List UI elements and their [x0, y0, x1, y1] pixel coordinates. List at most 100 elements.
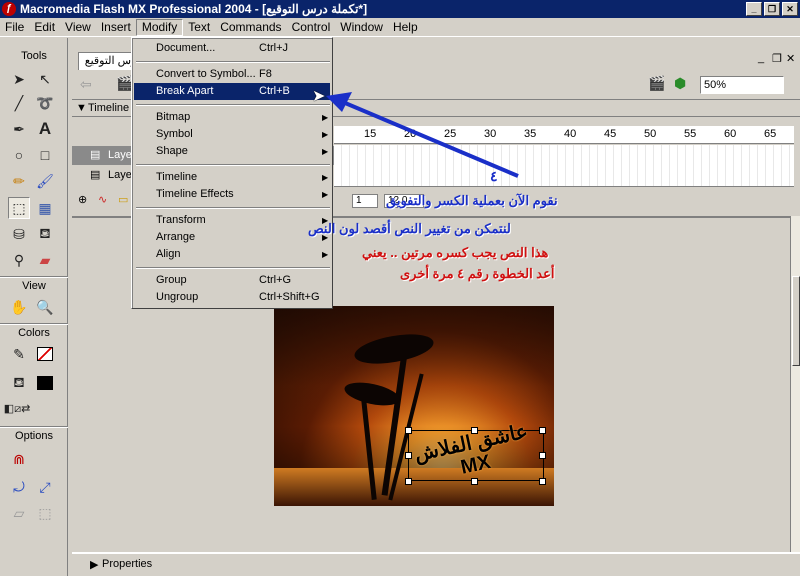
menu-item-group[interactable]: Group Ctrl+G — [134, 272, 330, 289]
fill-transform-tool-icon[interactable]: ▦ — [34, 197, 56, 219]
line-tool-icon[interactable]: ╱ — [8, 92, 30, 114]
oval-tool-icon[interactable]: ○ — [8, 144, 30, 166]
stroke-color-swatch[interactable] — [34, 343, 56, 365]
add-layer-icon[interactable]: ⊕ — [78, 193, 87, 206]
ruler-tick: 60 — [724, 128, 737, 140]
menu-text[interactable]: Text — [183, 19, 215, 36]
menu-item-transform[interactable]: Transform ▶ — [134, 212, 330, 229]
menu-item-label: Document... — [156, 42, 216, 54]
menu-modify[interactable]: Modify — [135, 18, 184, 36]
window-title: Macromedia Flash MX Professional 2004 - … — [20, 2, 368, 16]
menu-item-timeline-effects[interactable]: Timeline Effects ▶ — [134, 186, 330, 203]
flash-logo-icon: ƒ — [2, 2, 16, 16]
frame-ruler[interactable]: 15 20 25 30 35 40 45 50 55 60 65 — [334, 126, 794, 144]
frame-grid[interactable] — [334, 145, 794, 187]
title-bar: ƒ Macromedia Flash MX Professional 2004 … — [0, 0, 800, 18]
ruler-tick: 40 — [564, 128, 577, 140]
ink-bottle-tool-icon[interactable]: ⛁ — [8, 223, 30, 245]
menu-item-break-apart[interactable]: Break Apart Ctrl+B — [134, 83, 330, 100]
menu-separator — [136, 267, 330, 269]
transform-handle[interactable] — [405, 427, 412, 434]
fill-color-swatch[interactable] — [34, 372, 56, 394]
eraser-tool-icon[interactable]: ▰ — [34, 249, 56, 271]
rectangle-tool-icon[interactable]: □ — [34, 144, 56, 166]
menu-item-label: Shape — [156, 145, 188, 157]
close-button[interactable]: ✕ — [782, 2, 798, 16]
transform-handle[interactable] — [539, 478, 546, 485]
free-transform-tool-icon[interactable]: ⬚ — [8, 197, 30, 219]
pencil-tool-icon[interactable]: ✏ — [8, 170, 30, 192]
ruler-tick: 20 — [404, 128, 417, 140]
menu-item-symbol[interactable]: Symbol ▶ — [134, 126, 330, 143]
properties-panel-header[interactable]: ▶ Properties — [72, 552, 800, 576]
current-frame-field[interactable]: 1 — [352, 194, 378, 208]
snap-magnet-icon[interactable]: ⋒ — [8, 448, 30, 470]
hand-tool-icon[interactable]: ✋ — [8, 296, 30, 318]
menu-item-document[interactable]: Document... Ctrl+J — [134, 40, 330, 57]
menu-file[interactable]: File — [0, 19, 29, 36]
ruler-tick: 15 — [364, 128, 377, 140]
scale-icon[interactable]: ⤢ — [34, 476, 56, 498]
edit-scene-icon[interactable]: 🎬 — [648, 75, 665, 92]
subselect-tool-icon[interactable]: ↖ — [34, 68, 56, 90]
fill-color-icon[interactable]: ⛾ — [8, 372, 30, 394]
arrow-tool-icon[interactable]: ➤ — [8, 68, 30, 90]
pen-tool-icon[interactable]: ✒ — [8, 118, 30, 140]
color-swap-icons[interactable]: ◧⧄⇄ — [4, 398, 31, 420]
tools-divider — [0, 323, 68, 325]
back-arrow-icon[interactable]: ⇦ — [80, 76, 92, 93]
ruler-tick: 30 — [484, 128, 497, 140]
restore-button[interactable]: ❐ — [764, 2, 780, 16]
menu-item-arrange[interactable]: Arrange ▶ — [134, 229, 330, 246]
lasso-tool-icon[interactable]: ➰ — [34, 92, 56, 114]
menu-item-shortcut: F8 — [259, 68, 272, 80]
menu-edit[interactable]: Edit — [29, 19, 60, 36]
menu-insert[interactable]: Insert — [96, 19, 136, 36]
distort-icon[interactable]: ▱ — [8, 502, 30, 524]
layer-folder-icon[interactable]: ▭ — [118, 193, 128, 206]
menu-window[interactable]: Window — [335, 19, 388, 36]
menu-item-label: Ungroup — [156, 291, 199, 303]
timeline-label: Timeline — [88, 102, 130, 114]
brush-tool-icon[interactable]: 🖌 — [34, 170, 56, 192]
menu-item-convert-to-symbol[interactable]: Convert to Symbol... F8 — [134, 66, 330, 83]
eyedropper-tool-icon[interactable]: ⚲ — [8, 249, 30, 271]
text-tool-icon[interactable]: A — [34, 118, 56, 140]
submenu-arrow-icon: ▶ — [322, 130, 329, 139]
envelope-icon[interactable]: ⬚ — [34, 502, 56, 524]
minimize-button[interactable]: _ — [746, 2, 762, 16]
menu-item-shortcut: Ctrl+Shift+G — [259, 291, 320, 303]
paint-bucket-tool-icon[interactable]: ⛾ — [34, 223, 56, 245]
menu-item-shape[interactable]: Shape ▶ — [134, 143, 330, 160]
menu-item-label: Group — [156, 274, 187, 286]
menu-item-ungroup[interactable]: Ungroup Ctrl+Shift+G — [134, 289, 330, 306]
mouse-cursor-icon: ➤ — [312, 88, 326, 105]
menu-help[interactable]: Help — [388, 19, 423, 36]
annotation-line-1: نقوم الآن بعملية الكسر والتفويق — [386, 193, 558, 208]
menu-view[interactable]: View — [60, 19, 96, 36]
doc-restore-icon[interactable]: ❐ — [772, 52, 782, 65]
scrollbar-thumb[interactable] — [792, 276, 800, 366]
layer-icon: ▤ — [90, 149, 101, 161]
vertical-scrollbar[interactable] — [790, 216, 800, 552]
menu-item-shortcut: Ctrl+B — [259, 85, 290, 97]
motion-guide-icon[interactable]: ∿ — [98, 193, 107, 206]
menu-item-align[interactable]: Align ▶ — [134, 246, 330, 263]
menu-item-timeline[interactable]: Timeline ▶ — [134, 169, 330, 186]
ruler-tick: 50 — [644, 128, 657, 140]
properties-label: Properties — [102, 558, 153, 570]
menu-item-bitmap[interactable]: Bitmap ▶ — [134, 109, 330, 126]
zoom-tool-icon[interactable]: 🔍 — [34, 296, 56, 318]
tools-divider — [0, 276, 68, 278]
edit-symbols-icon[interactable]: ⬢ — [674, 75, 686, 92]
zoom-dropdown[interactable]: 50% — [700, 76, 784, 94]
options-header: Options — [15, 430, 53, 442]
menu-item-label: Transform — [156, 214, 206, 226]
rotate-skew-icon[interactable]: ⤾ — [8, 476, 30, 498]
menu-commands[interactable]: Commands — [215, 19, 286, 36]
doc-minimize-icon[interactable]: _ — [758, 52, 764, 64]
tools-divider — [0, 426, 68, 428]
doc-close-icon[interactable]: ✕ — [786, 52, 795, 65]
stroke-color-icon[interactable]: ✎ — [8, 343, 30, 365]
menu-control[interactable]: Control — [287, 19, 336, 36]
